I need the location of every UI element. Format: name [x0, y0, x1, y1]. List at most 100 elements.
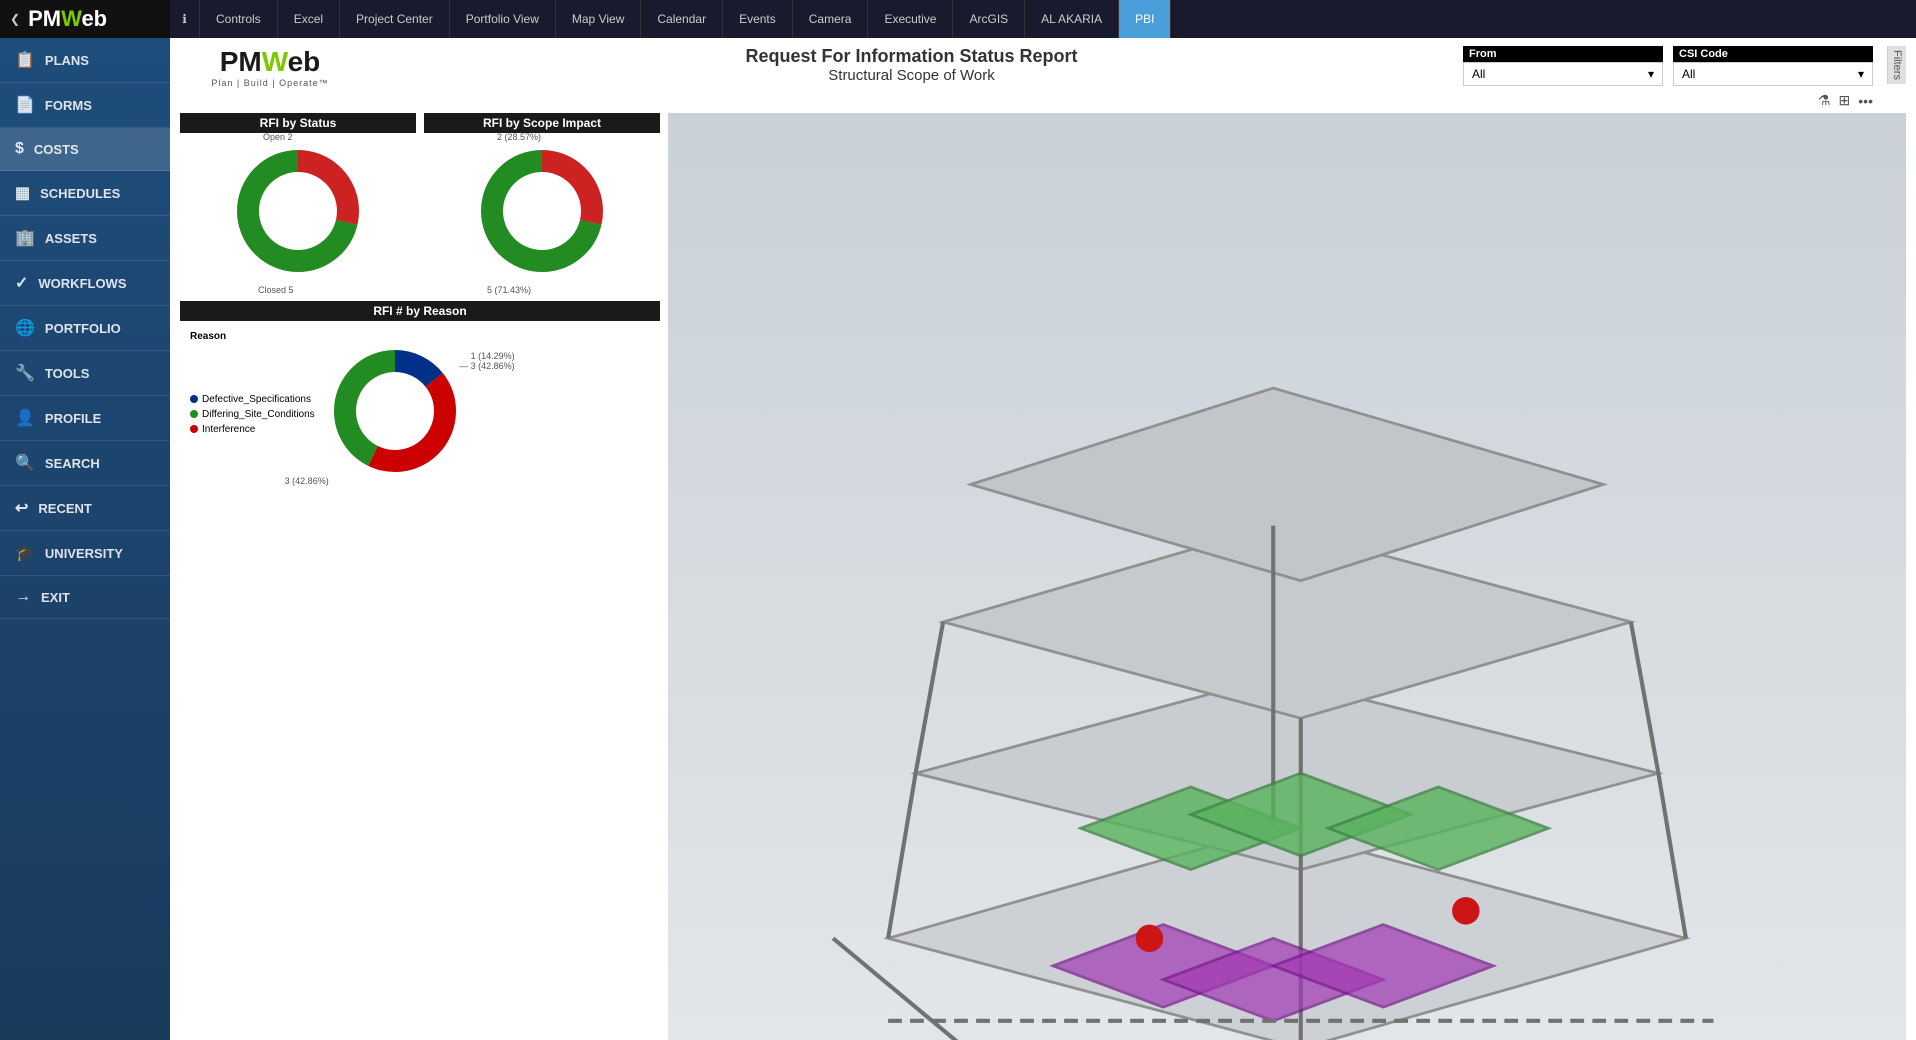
logo-tagline: Plan | Build | Operate™: [211, 78, 328, 88]
portfolio-icon: 🌐: [15, 318, 35, 338]
left-charts: RFI by Status Open 2: [180, 113, 660, 1040]
legend-item-defective: Defective_Specifications: [190, 394, 315, 405]
differing-dot: [190, 410, 198, 418]
sidebar-item-plans[interactable]: 📋 PLANS: [0, 38, 170, 83]
grid-icon[interactable]: ⊞: [1839, 92, 1851, 109]
report-subtitle: Structural Scope of Work: [370, 67, 1453, 84]
defective-dot: [190, 395, 198, 403]
sidebar-item-university[interactable]: 🎓 UNIVERSITY: [0, 531, 170, 576]
pmweb-logo: PMWeb: [28, 6, 107, 32]
profile-icon: 👤: [15, 408, 35, 428]
filter-icon[interactable]: ⚗: [1818, 92, 1831, 109]
sidebar-item-profile[interactable]: 👤 PROFILE: [0, 396, 170, 441]
search-icon: 🔍: [15, 453, 35, 473]
csi-code-filter-group: CSI Code All ▾: [1673, 46, 1873, 86]
rfi-by-status-body: Open 2: [180, 133, 416, 293]
recent-icon: ↩: [15, 498, 28, 518]
scope-value1: 2 (28.57%): [497, 132, 541, 142]
filter-controls: From All ▾ CSI Code All ▾: [1463, 46, 1873, 109]
nav-item-camera[interactable]: Camera: [793, 0, 869, 38]
reason-val1: 1 (14.29%): [471, 351, 515, 361]
rfi-by-reason-chart: RFI # by Reason Reason Defective_Specifi…: [180, 301, 660, 491]
filters-toggle-button[interactable]: Filters: [1887, 46, 1906, 84]
sidebar-item-search[interactable]: 🔍 SEARCH: [0, 441, 170, 486]
logo-text: PMWeb: [220, 46, 321, 78]
reason-donut-svg: [330, 346, 460, 476]
rfi-by-reason-body: Reason Defective_Specifications Differin…: [180, 321, 660, 491]
nav-item-executive[interactable]: Executive: [868, 0, 953, 38]
rfi-by-scope-body: 2 (28.57%) 5 (71.43%): [424, 133, 660, 293]
sidebar-item-portfolio[interactable]: 🌐 PORTFOLIO: [0, 306, 170, 351]
top-navigation: ❮ PMWeb ℹ Controls Excel Project Center …: [0, 0, 1916, 38]
rfi-by-reason-title: RFI # by Reason: [180, 301, 660, 321]
from-filter-label: From: [1463, 46, 1663, 62]
header-action-icons: ⚗ ⊞ •••: [1463, 92, 1873, 109]
open-label: Open 2: [263, 132, 293, 142]
workflows-icon: ✓: [15, 273, 28, 293]
rfi-by-scope-impact-chart: RFI by Scope Impact 2 (28.57%): [424, 113, 660, 293]
collapse-sidebar-button[interactable]: ❮: [10, 12, 20, 26]
csi-code-filter-select[interactable]: All ▾: [1673, 62, 1873, 86]
nav-item-arcgis[interactable]: ArcGIS: [953, 0, 1025, 38]
donut-wrapper-status: Open 2: [233, 146, 363, 281]
nav-item-pbi[interactable]: PBI: [1119, 0, 1171, 38]
assets-icon: 🏢: [15, 228, 35, 248]
nav-item-portfolio-view[interactable]: Portfolio View: [450, 0, 556, 38]
nav-item-map-view[interactable]: Map View: [556, 0, 641, 38]
building-model-svg: [668, 113, 1906, 1040]
sidebar-item-costs[interactable]: $ COSTS: [0, 128, 170, 171]
sidebar-item-forms[interactable]: 📄 FORMS: [0, 83, 170, 128]
nav-item-al-akaria[interactable]: AL AKARIA: [1025, 0, 1119, 38]
3d-model-area: INSERT MODEL: [668, 113, 1906, 1040]
nav-item-project-center[interactable]: Project Center: [340, 0, 450, 38]
sidebar-item-workflows[interactable]: ✓ WORKFLOWS: [0, 261, 170, 306]
rfi-by-scope-title: RFI by Scope Impact: [424, 113, 660, 133]
nav-item-excel[interactable]: Excel: [278, 0, 340, 38]
reason-val2-note: — 3 (42.86%): [459, 361, 515, 371]
costs-icon: $: [15, 140, 24, 158]
plans-icon: 📋: [15, 50, 35, 70]
reason-chart-body: Defective_Specifications Differing_Site_…: [190, 346, 460, 481]
exit-icon: →: [15, 588, 31, 606]
nav-item-controls[interactable]: Controls: [200, 0, 278, 38]
nav-item-calendar[interactable]: Calendar: [641, 0, 723, 38]
from-filter-select[interactable]: All ▾: [1463, 62, 1663, 86]
from-filter-group: From All ▾: [1463, 46, 1663, 86]
nav-items: Controls Excel Project Center Portfolio …: [200, 0, 1916, 38]
pmweb-report-logo: PMWeb Plan | Build | Operate™: [180, 46, 360, 88]
scope-value2: 5 (71.43%): [487, 285, 531, 295]
scope-donut-svg: [477, 146, 607, 276]
charts-model-row: RFI by Status Open 2: [170, 113, 1916, 1040]
sidebar-item-schedules[interactable]: ▦ SCHEDULES: [0, 171, 170, 216]
rfi-by-status-chart: RFI by Status Open 2: [180, 113, 416, 293]
legend-item-interference: Interference: [190, 424, 315, 435]
interference-dot: [190, 425, 198, 433]
status-donut-svg: [233, 146, 363, 276]
sidebar-item-recent[interactable]: ↩ RECENT: [0, 486, 170, 531]
info-icon-button[interactable]: ℹ: [170, 0, 200, 38]
report-header-controls: PMWeb Plan | Build | Operate™ Request Fo…: [170, 38, 1916, 113]
chevron-down-icon: ▾: [1648, 67, 1654, 81]
more-options-icon[interactable]: •••: [1858, 93, 1873, 109]
rfi-by-status-title: RFI by Status: [180, 113, 416, 133]
reason-donut-wrapper: 1 (14.29%) — 3 (42.86%): [330, 346, 460, 481]
filter-row: From All ▾ CSI Code All ▾: [1463, 46, 1873, 86]
closed-label: Closed 5: [258, 285, 294, 295]
content-area: PMWeb Plan | Build | Operate™ Request Fo…: [170, 38, 1916, 1040]
donut-status: Open 2: [233, 146, 363, 281]
sidebar-item-tools[interactable]: 🔧 TOOLS: [0, 351, 170, 396]
sidebar: 📋 PLANS 📄 FORMS $ COSTS ▦ SCHEDULES 🏢 AS…: [0, 38, 170, 1040]
sidebar-item-exit[interactable]: → EXIT: [0, 576, 170, 619]
sidebar-item-assets[interactable]: 🏢 ASSETS: [0, 216, 170, 261]
schedules-icon: ▦: [15, 183, 30, 203]
csi-code-filter-label: CSI Code: [1673, 46, 1873, 62]
legend-item-differing: Differing_Site_Conditions: [190, 409, 315, 420]
logo-area: ❮ PMWeb: [0, 0, 170, 38]
nav-item-events[interactable]: Events: [723, 0, 793, 38]
forms-icon: 📄: [15, 95, 35, 115]
report-title: Request For Information Status Report: [370, 46, 1453, 67]
tools-icon: 🔧: [15, 363, 35, 383]
reason-val3: 3 (42.86%): [285, 476, 329, 486]
chevron-down-icon-2: ▾: [1858, 67, 1864, 81]
donut-scope: 2 (28.57%) 5 (71.43%): [477, 146, 607, 281]
